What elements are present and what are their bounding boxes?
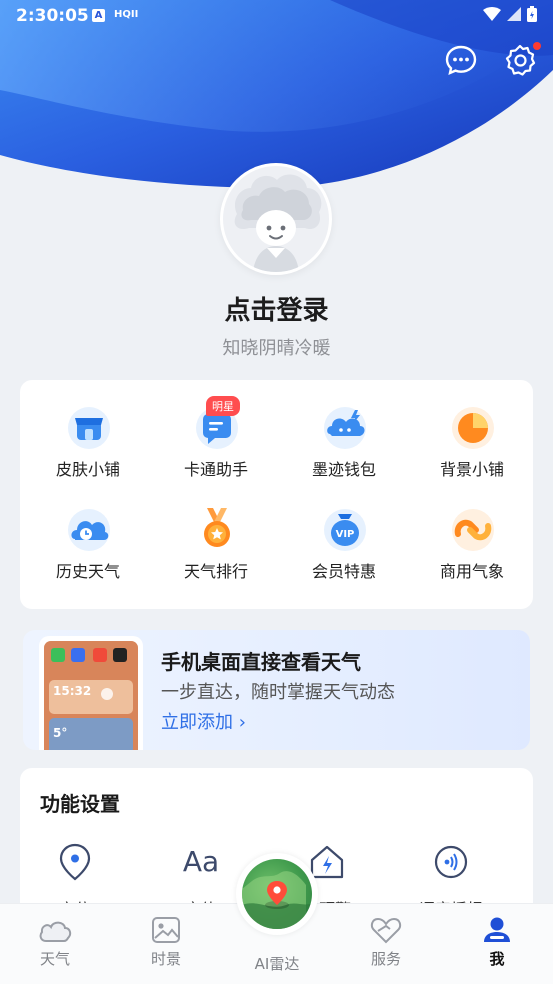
wifi-icon [483, 7, 501, 21]
function-settings-title: 功能设置 [40, 792, 120, 816]
features-grid-card: 皮肤小铺 卡通助手 墨迹钱包 背景小铺 历史天气 天气排行 VIP 会员特惠 商… [20, 380, 533, 609]
status-bar: 2:30:05 A HQII [0, 0, 553, 32]
nav-tab-service[interactable]: 服务 [341, 916, 431, 969]
nav-tab-scenery[interactable]: 时景 [121, 916, 211, 969]
grid-label: 背景小铺 [439, 460, 504, 479]
grid-label: 皮肤小铺 [55, 460, 120, 479]
image-icon [152, 917, 180, 943]
grid-item-cartoon-assistant[interactable]: 卡通助手 [152, 404, 280, 504]
widget-promo-card[interactable]: 15:32 5° 手机桌面直接查看天气 一步直达，随时掌握天气动态 立即添加 › [23, 630, 530, 750]
shop-icon [68, 407, 110, 449]
battery-icon [527, 6, 537, 22]
nav-tab-weather[interactable]: 天气 [10, 916, 100, 969]
grid-label: 卡通助手 [183, 460, 248, 479]
function-location[interactable]: 定位 [20, 842, 130, 919]
grid-label: 天气排行 [183, 562, 248, 581]
nav-tab-ai-radar[interactable] [236, 853, 318, 935]
star-badge: 明星 [206, 396, 240, 416]
svg-text:VIP: VIP [336, 529, 355, 540]
voice-icon [434, 845, 468, 879]
widget-preview-time: 15:32 [53, 684, 92, 698]
notification-dot [533, 42, 541, 50]
widget-preview-temp: 5° [53, 726, 68, 740]
radar-icon [242, 859, 312, 929]
nav-label: 天气 [39, 950, 70, 968]
weather-cloud-icon [39, 921, 72, 942]
message-button[interactable] [443, 42, 479, 78]
promo-subtitle: 一步直达，随时掌握天气动态 [161, 682, 395, 703]
profile-icon [484, 917, 510, 942]
notification-hq-icon: HQII [114, 9, 139, 20]
vip-icon: VIP [324, 509, 366, 551]
grid-item-commercial-weather[interactable]: 商用气象 [408, 506, 536, 606]
grid-item-wallet[interactable]: 墨迹钱包 [280, 404, 408, 504]
service-heart-icon [370, 917, 402, 944]
background-icon [452, 407, 494, 449]
grid-label: 会员特惠 [311, 562, 376, 581]
status-icons [483, 6, 537, 22]
avatar[interactable] [220, 163, 332, 275]
status-time: 2:30:05 [16, 6, 89, 26]
grid-item-vip[interactable]: VIP 会员特惠 [280, 506, 408, 606]
add-widget-link[interactable]: 立即添加 › [161, 708, 246, 734]
grid-label: 商用气象 [439, 562, 504, 581]
signal-icon [507, 7, 521, 21]
settings-button[interactable] [502, 42, 541, 78]
ranking-medal-icon [204, 508, 230, 547]
default-avatar-icon [223, 166, 329, 272]
nav-label: 时景 [150, 950, 181, 968]
commercial-weather-icon [452, 509, 494, 551]
grid-label: 历史天气 [55, 562, 120, 581]
notification-a-icon: A [92, 9, 105, 22]
function-voice[interactable]: 语音播报 [396, 842, 506, 919]
grid-item-history-weather[interactable]: 历史天气 [24, 506, 152, 606]
login-subtitle: 知晓阴晴冷暖 [222, 338, 331, 359]
nav-label: AI雷达 [254, 955, 300, 973]
grid-item-weather-ranking[interactable]: 天气排行 [152, 506, 280, 606]
grid-item-background-shop[interactable]: 背景小铺 [408, 404, 536, 504]
location-icon [59, 843, 91, 881]
nav-label: 我 [489, 950, 505, 968]
history-weather-icon [68, 509, 110, 551]
login-title[interactable]: 点击登录 [0, 290, 553, 327]
nav-label: 服务 [370, 950, 401, 968]
nav-tab-me[interactable]: 我 [452, 916, 542, 969]
chat-bubble-icon [445, 45, 477, 76]
grid-label: 墨迹钱包 [311, 460, 376, 479]
wallet-icon [324, 407, 366, 449]
grid-item-skin-shop[interactable]: 皮肤小铺 [24, 404, 152, 504]
promo-title: 手机桌面直接查看天气 [161, 650, 361, 674]
